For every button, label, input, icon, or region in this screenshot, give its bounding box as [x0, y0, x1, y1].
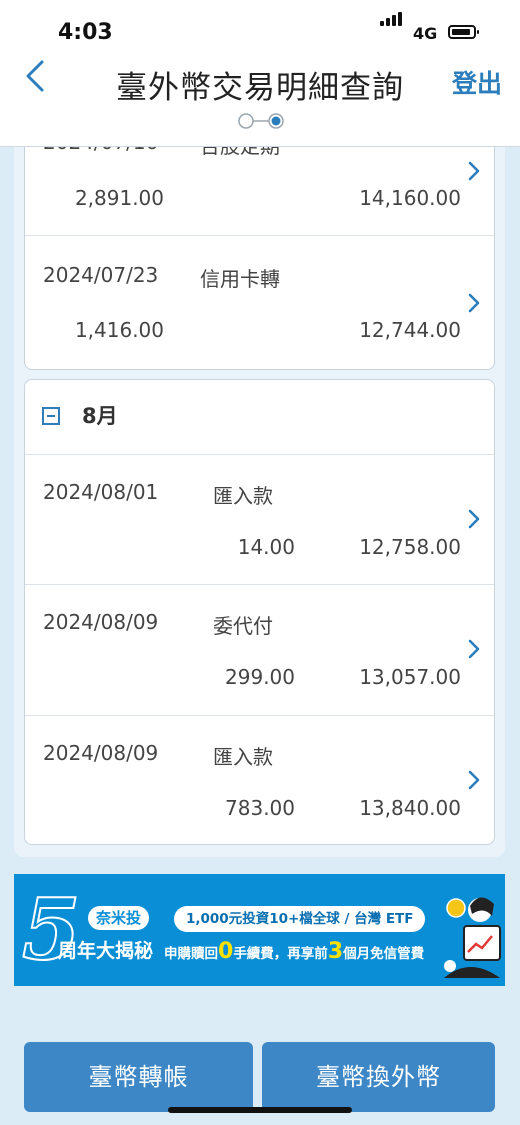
banner-line2: 申購贖回0手續費，再享前3個月免信管費 [164, 939, 424, 964]
home-indicator [168, 1107, 352, 1113]
collapse-icon[interactable] [42, 407, 60, 425]
transaction-date: 2024/07/23 [43, 263, 159, 287]
transaction-balance: 14,160.00 [359, 186, 461, 210]
august-transactions-card: 8月 2024/08/01 匯入款 14.00 12,758.00 2024/0… [24, 379, 495, 845]
transaction-row[interactable]: 2024/07/23 信用卡轉 1,416.00 12,744.00 [25, 235, 494, 369]
chevron-right-icon [468, 509, 480, 529]
transfer-button[interactable]: 臺幣轉帳 [24, 1042, 253, 1112]
month-header[interactable]: 8月 [25, 380, 494, 454]
transaction-amount: 1,416.00 [74, 318, 164, 342]
banner-text-a: 申購贖回 [164, 946, 218, 962]
transaction-type: 匯入款 [213, 484, 273, 508]
chevron-right-icon [468, 770, 480, 790]
banner-text-c: 手續費，再享前 [233, 946, 328, 962]
banner-highlight-zero: 0 [218, 939, 234, 964]
logout-button[interactable]: 登出 [452, 64, 502, 100]
transaction-balance: 13,057.00 [359, 665, 461, 689]
exchange-button[interactable]: 臺幣換外幣 [262, 1042, 495, 1112]
transaction-type: 匯入款 [213, 745, 273, 769]
network-type: 4G [413, 24, 438, 43]
banner-pill: 1,000元投資10+檔全球 / 台灣 ETF [174, 906, 426, 932]
transaction-balance: 12,744.00 [359, 318, 461, 342]
banner-text-e: 個月免信管費 [343, 946, 425, 962]
month-label: 8月 [82, 404, 118, 428]
transaction-amount: 2,891.00 [74, 186, 164, 210]
transaction-type: 信用卡轉 [200, 267, 280, 291]
page-indicator-icon [238, 113, 284, 129]
battery-icon [448, 25, 479, 39]
transaction-row[interactable]: 2024/08/09 匯入款 783.00 13,840.00 [25, 715, 494, 844]
july-transactions-card: 2024/07/16 台股定期 2,891.00 14,160.00 2024/… [24, 118, 495, 370]
page-title: 臺外幣交易明細查詢 [116, 70, 404, 106]
promo-banner[interactable]: 5 奈米投 周年大揭秘 1,000元投資10+檔全球 / 台灣 ETF 申購贖回… [14, 874, 505, 986]
transaction-amount: 299.00 [225, 665, 295, 689]
transaction-amount: 14.00 [237, 535, 295, 559]
transaction-type: 委代付 [213, 614, 273, 638]
chevron-right-icon [468, 161, 480, 181]
banner-highlight-three: 3 [327, 939, 344, 964]
transaction-balance: 13,840.00 [359, 796, 461, 820]
transaction-amount: 783.00 [225, 796, 295, 820]
transaction-date: 2024/08/09 [43, 610, 159, 634]
chevron-right-icon [468, 293, 480, 313]
banner-brand: 奈米投 [88, 906, 150, 930]
transaction-balance: 12,758.00 [359, 535, 461, 559]
chevron-right-icon [468, 639, 480, 659]
investor-illustration-icon [444, 897, 501, 978]
transaction-row[interactable]: 2024/08/01 匯入款 14.00 12,758.00 [25, 454, 494, 585]
transaction-row[interactable]: 2024/08/09 委代付 299.00 13,057.00 [25, 584, 494, 716]
status-bar: 4:03 4G [0, 0, 520, 56]
transaction-date: 2024/08/09 [43, 741, 159, 765]
transaction-date: 2024/08/01 [43, 480, 159, 504]
banner-anniversary: 周年大揭秘 [58, 940, 154, 962]
status-time: 4:03 [58, 20, 113, 45]
